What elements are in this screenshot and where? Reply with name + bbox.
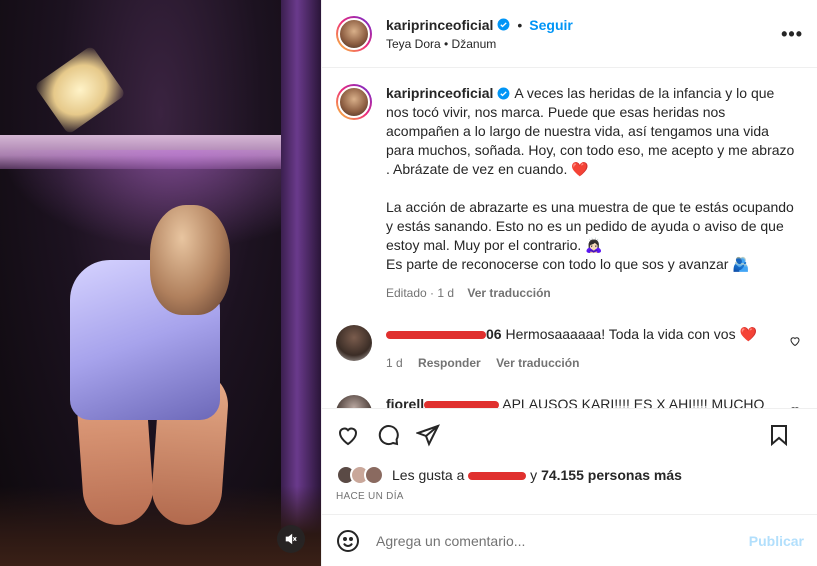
- lamp-light: [34, 45, 126, 135]
- speaker-muted-icon: [285, 533, 297, 545]
- comment-translate-link[interactable]: Ver traducción: [496, 356, 579, 370]
- comment-item: 06 Hermosaaaaaa! Toda la vida con vos ❤️…: [336, 325, 801, 373]
- heart-emoji: ❤️: [739, 326, 757, 342]
- likes-count[interactable]: 74.155 personas más: [541, 467, 682, 483]
- comment-input[interactable]: Agrega un comentario...: [376, 533, 749, 549]
- caption-username[interactable]: kariprinceoficial: [386, 85, 493, 101]
- curtain: [281, 0, 321, 566]
- bookmark-icon[interactable]: [767, 423, 791, 447]
- caption: kariprinceoficial A veces las heridas de …: [336, 84, 801, 303]
- caption-translate-link[interactable]: Ver traducción: [467, 286, 550, 300]
- heart-icon[interactable]: [336, 423, 360, 447]
- more-options-icon[interactable]: •••: [781, 24, 803, 45]
- likes-prefix: Les gusta a: [392, 467, 465, 483]
- post-header: kariprinceoficial • Seguir Teya Dora • D…: [322, 0, 817, 68]
- comment-icon[interactable]: [376, 423, 400, 447]
- caption-text-2: La acción de abrazarte es una muestra de…: [386, 199, 798, 253]
- comments-area[interactable]: kariprinceoficial A veces las heridas de …: [322, 68, 817, 408]
- crouching-woman: [60, 205, 235, 535]
- likes-connector: y: [530, 467, 538, 483]
- action-bar: [322, 408, 817, 460]
- commenter-username[interactable]: fiorell: [386, 396, 500, 408]
- share-icon[interactable]: [416, 423, 440, 447]
- heart-emoji: ❤️: [571, 161, 589, 177]
- commenter-username[interactable]: 06: [386, 326, 502, 342]
- add-comment-bar: Agrega un comentario... Publicar: [322, 514, 817, 566]
- commenter-avatar[interactable]: [336, 325, 372, 361]
- caption-avatar[interactable]: [336, 84, 372, 120]
- likes-row[interactable]: Les gusta a y 74.155 personas más: [322, 460, 817, 490]
- comment-time: 1 d: [386, 356, 403, 370]
- comment-item: fiorell APLAUSOS KARI!!!! ES X AHI!!!! M…: [336, 395, 801, 408]
- author-avatar[interactable]: [336, 15, 372, 52]
- redaction-mark: [468, 472, 527, 481]
- liker-avatar: [364, 465, 384, 485]
- post-sidebar: kariprinceoficial • Seguir Teya Dora • D…: [321, 0, 817, 566]
- publish-button[interactable]: Publicar: [749, 533, 804, 549]
- redaction-mark: [386, 331, 486, 340]
- verified-badge-icon: [497, 18, 510, 31]
- author-username[interactable]: kariprinceoficial: [386, 17, 493, 33]
- comment-text: Hermosaaaaaa! Toda la vida con vos: [505, 326, 740, 342]
- commenter-avatar[interactable]: [336, 395, 372, 408]
- verified-badge-icon: [497, 87, 510, 100]
- emoji-icon[interactable]: [336, 529, 360, 553]
- reply-button[interactable]: Responder: [418, 356, 481, 370]
- liker-avatars: [336, 465, 384, 485]
- post-photo[interactable]: [0, 0, 321, 566]
- audio-info[interactable]: Teya Dora • Džanum: [386, 37, 573, 51]
- follow-button[interactable]: Seguir: [529, 17, 573, 33]
- redaction-mark: [424, 401, 500, 408]
- post-date[interactable]: HACE UN DÍA: [322, 490, 817, 514]
- like-comment-heart-icon[interactable]: [789, 335, 801, 347]
- caption-edited-time: Editado · 1 d: [386, 286, 455, 300]
- caption-text-3: Es parte de reconocerse con todo lo que …: [386, 256, 750, 272]
- mute-button[interactable]: [277, 525, 305, 553]
